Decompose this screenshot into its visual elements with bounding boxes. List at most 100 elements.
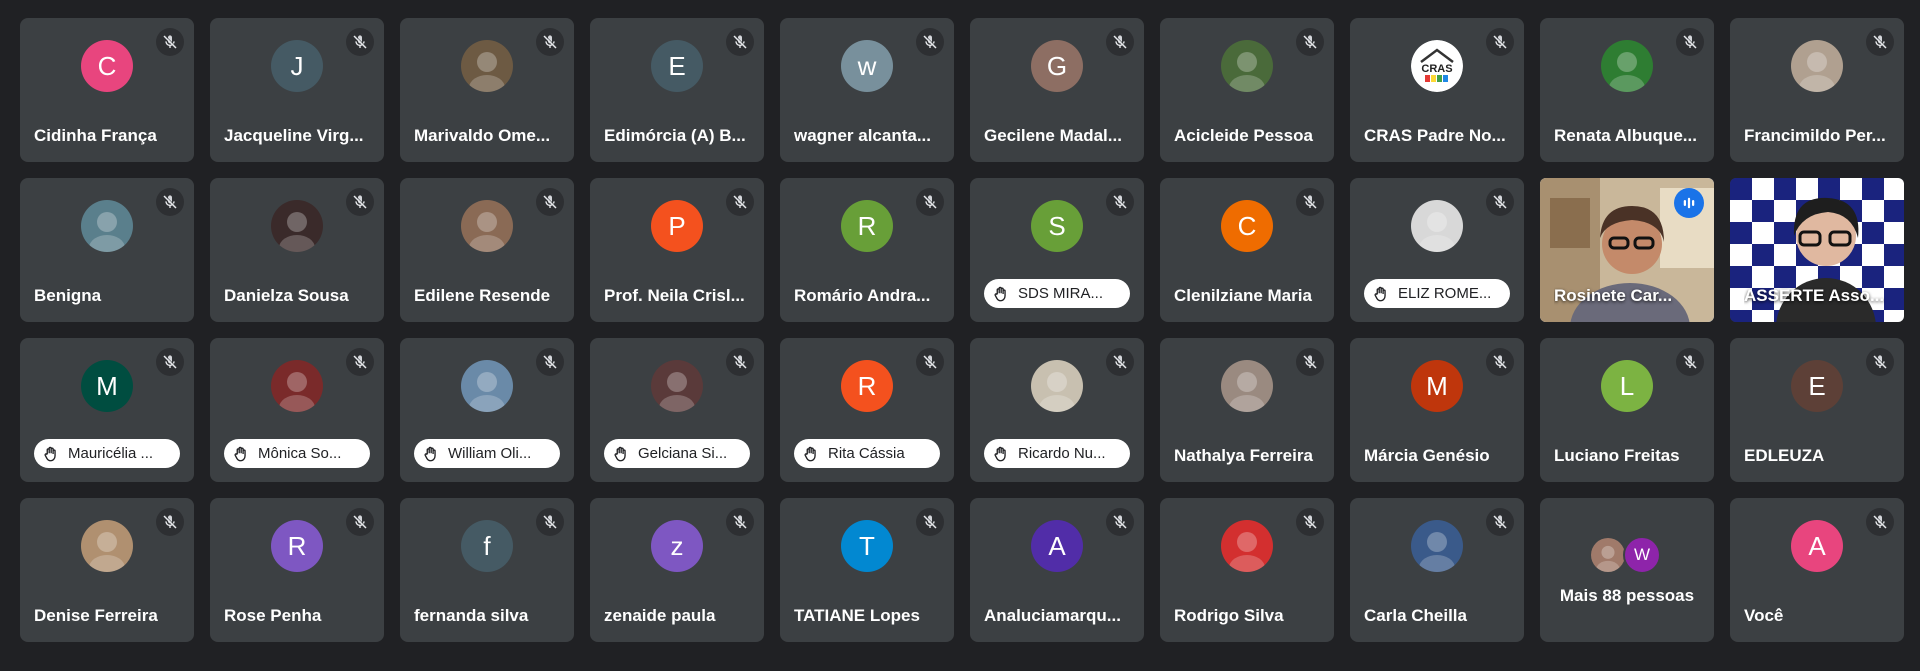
avatar: E [1791, 360, 1843, 412]
mic-off-icon [1683, 355, 1697, 369]
mic-muted-indicator [156, 348, 184, 376]
participant-tile[interactable]: Mônica So... [210, 338, 384, 482]
participant-name: Renata Albuque... [1554, 126, 1697, 145]
participant-tile[interactable]: CRAS CRAS Padre No... [1350, 18, 1524, 162]
mic-muted-indicator [1486, 28, 1514, 56]
avatar: R [841, 360, 893, 412]
participant-name: Nathalya Ferreira [1174, 446, 1313, 465]
participant-tile[interactable]: W Mais 88 pessoas [1540, 498, 1714, 642]
participant-tile[interactable]: E EDLEUZA [1730, 338, 1904, 482]
avatar-initial: C [97, 50, 117, 81]
svg-text:CRAS: CRAS [1421, 63, 1452, 75]
participant-name: Ricardo Nu... [1018, 445, 1106, 462]
mic-off-icon [923, 35, 937, 49]
mic-muted-indicator [346, 28, 374, 56]
participant-tile[interactable]: Nathalya Ferreira [1160, 338, 1334, 482]
avatar [461, 360, 513, 412]
participant-tile[interactable]: William Oli... [400, 338, 574, 482]
participant-name: wagner alcanta... [794, 126, 931, 145]
raised-hand-icon [234, 446, 246, 461]
participant-tile[interactable]: ELIZ ROME... [1350, 178, 1524, 322]
raised-hand-chip: Mauricélia ... [34, 439, 180, 468]
mic-off-icon [1493, 515, 1507, 529]
mic-muted-indicator [346, 508, 374, 536]
participant-name: Jacqueline Virg... [224, 126, 364, 145]
mic-off-icon [1873, 35, 1887, 49]
mic-muted-indicator [726, 508, 754, 536]
avatar [81, 200, 133, 252]
participant-tile[interactable]: Ricardo Nu... [970, 338, 1144, 482]
participant-name: Edilene Resende [414, 286, 551, 305]
participant-tile[interactable]: ASSERTE Asso... [1730, 178, 1904, 322]
participant-name: William Oli... [448, 445, 532, 462]
mic-muted-indicator [1676, 28, 1704, 56]
participant-name: EDLEUZA [1744, 446, 1825, 465]
avatar-initial: G [1046, 50, 1068, 81]
mic-muted-indicator [1486, 348, 1514, 376]
mic-off-icon [733, 515, 747, 529]
mic-muted-indicator [536, 348, 564, 376]
avatar: M [81, 360, 133, 412]
mic-off-icon [1113, 195, 1127, 209]
avatar [651, 360, 703, 412]
mic-muted-indicator [536, 28, 564, 56]
mic-off-icon [923, 355, 937, 369]
participant-tile[interactable]: Benigna [20, 178, 194, 322]
avatar: CRAS [1411, 40, 1463, 92]
participant-tile[interactable]: M Mauricélia ... [20, 338, 194, 482]
participant-name: Você [1744, 606, 1784, 625]
participant-tile[interactable]: G Gecilene Madal... [970, 18, 1144, 162]
participant-tile[interactable]: Marivaldo Ome... [400, 18, 574, 162]
avatar [1589, 536, 1627, 574]
participant-tile[interactable]: z zenaide paula [590, 498, 764, 642]
participant-tile[interactable]: Denise Ferreira [20, 498, 194, 642]
participant-name: Mauricélia ... [68, 445, 154, 462]
participant-tile[interactable]: R Rose Penha [210, 498, 384, 642]
avatar-initial: L [1619, 370, 1635, 401]
mic-off-icon [1493, 35, 1507, 49]
mic-off-icon [353, 515, 367, 529]
avatar: z [651, 520, 703, 572]
mic-muted-indicator [916, 508, 944, 536]
participant-tile[interactable]: J Jacqueline Virg... [210, 18, 384, 162]
participant-tile[interactable]: A Você [1730, 498, 1904, 642]
mic-muted-indicator [346, 188, 374, 216]
participant-tile[interactable]: Renata Albuque... [1540, 18, 1714, 162]
participant-tile[interactable]: M Márcia Genésio [1350, 338, 1524, 482]
participant-tile[interactable]: Francimildo Per... [1730, 18, 1904, 162]
participant-tile[interactable]: S SDS MIRA... [970, 178, 1144, 322]
participant-tile[interactable]: Rosinete Car... [1540, 178, 1714, 322]
participant-name: Gecilene Madal... [984, 126, 1122, 145]
avatar-initial: A [1808, 530, 1826, 561]
participant-tile[interactable]: R Romário Andra... [780, 178, 954, 322]
avatar-initial: w [857, 50, 877, 81]
participant-tile[interactable]: Danielza Sousa [210, 178, 384, 322]
avatar: C [1221, 200, 1273, 252]
participant-tile[interactable]: Gelciana Si... [590, 338, 764, 482]
avatar-initial: A [1048, 530, 1066, 561]
participant-tile[interactable]: E Edimórcia (A) B... [590, 18, 764, 162]
participant-tile[interactable]: R Rita Cássia [780, 338, 954, 482]
participant-tile[interactable]: A Analuciamarqu... [970, 498, 1144, 642]
participant-name: SDS MIRA... [1018, 285, 1104, 302]
avatar [1221, 520, 1273, 572]
participant-tile[interactable]: Rodrigo Silva [1160, 498, 1334, 642]
speaking-indicator-icon [1683, 197, 1695, 209]
participant-name: Cidinha França [34, 126, 157, 145]
mic-muted-indicator [156, 28, 184, 56]
participant-tile[interactable]: T TATIANE Lopes [780, 498, 954, 642]
participant-tile[interactable]: C Clenilziane Maria [1160, 178, 1334, 322]
mic-off-icon [1873, 515, 1887, 529]
mic-muted-indicator [1296, 508, 1324, 536]
participant-tile[interactable]: f fernanda silva [400, 498, 574, 642]
participant-tile[interactable]: Carla Cheilla [1350, 498, 1524, 642]
participant-tile[interactable]: Edilene Resende [400, 178, 574, 322]
mic-off-icon [163, 35, 177, 49]
participant-tile[interactable]: w wagner alcanta... [780, 18, 954, 162]
participant-tile[interactable]: Acicleide Pessoa [1160, 18, 1334, 162]
participant-tile[interactable]: C Cidinha França [20, 18, 194, 162]
mic-off-icon [923, 195, 937, 209]
participant-tile[interactable]: P Prof. Neila Crisl... [590, 178, 764, 322]
mic-off-icon [1683, 35, 1697, 49]
participant-tile[interactable]: L Luciano Freitas [1540, 338, 1714, 482]
